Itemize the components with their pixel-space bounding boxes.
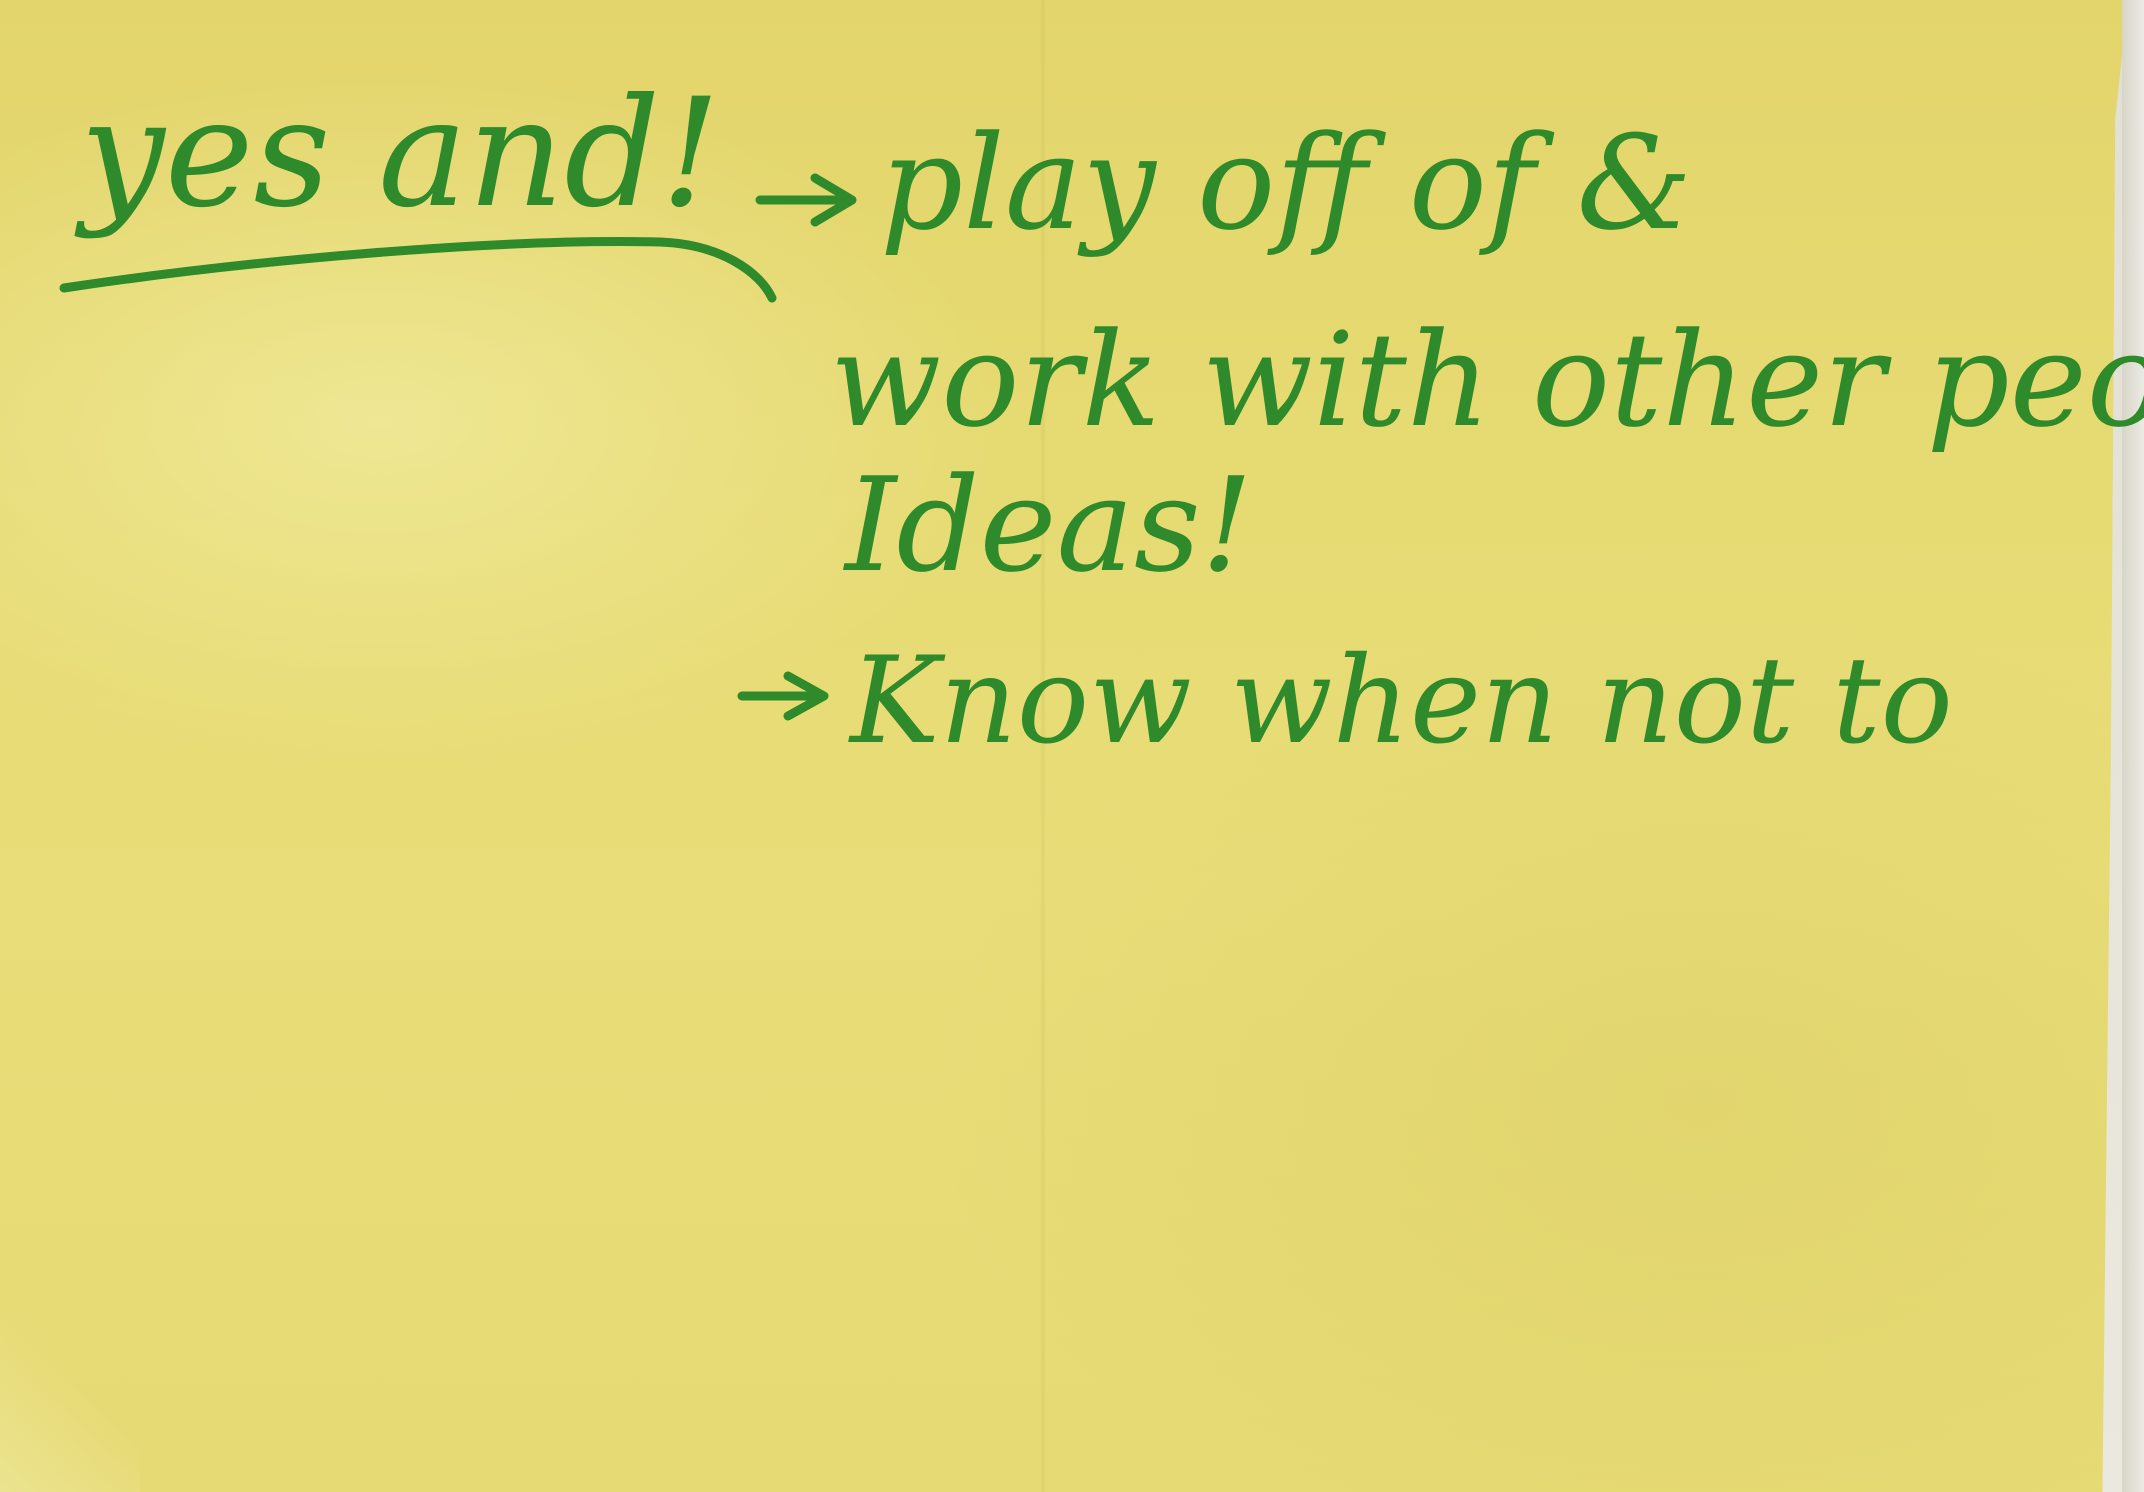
note-line-4: Know when not to	[848, 632, 1953, 771]
note-heading: yes and!	[74, 67, 721, 241]
photo: yes and! play off of & work with other p…	[0, 0, 2144, 1492]
arrow-icon	[755, 173, 857, 227]
heading-underline	[59, 237, 777, 303]
note-line-1: play off of &	[880, 107, 1692, 259]
arrow-icon-2	[737, 671, 829, 721]
handwritten-notes: yes and! play off of & work with other p…	[59, 67, 2144, 771]
note-line-2: work with other people's	[830, 304, 2144, 456]
note-line-3: Ideas!	[843, 449, 1253, 601]
